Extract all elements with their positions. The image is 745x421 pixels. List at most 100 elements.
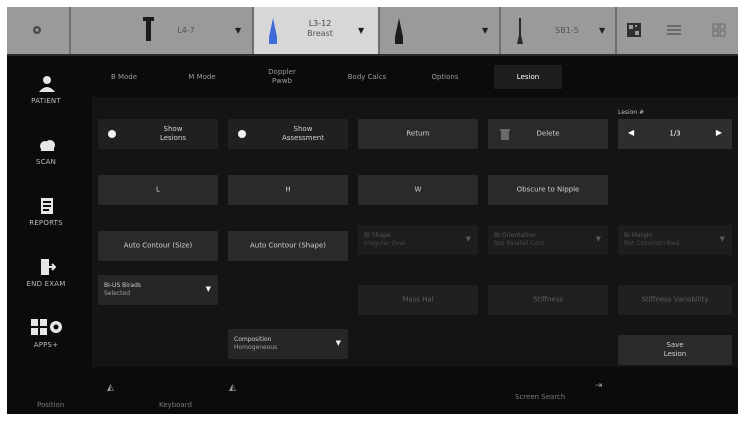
- show-assessment-button[interactable]: Show Assessment: [228, 119, 348, 149]
- chevron-down-icon: ▼: [235, 26, 242, 35]
- tab-doppler[interactable]: Doppler Pwwb: [245, 65, 319, 89]
- probe-1-label: L4-7: [177, 26, 195, 35]
- show-lesions-line2: Lesions: [159, 134, 187, 142]
- save-lesion-button[interactable]: Save Lesion: [618, 335, 732, 365]
- settings-segment[interactable]: [7, 7, 71, 54]
- radio-icon: [238, 130, 246, 138]
- position-label[interactable]: Position: [37, 401, 64, 409]
- sidebar-item-label: PATIENT: [31, 97, 61, 105]
- bi-orientation-dropdown[interactable]: BI Orientation Not Parallel Cont. ▼: [488, 225, 608, 255]
- return-button[interactable]: Return: [358, 119, 478, 149]
- composition-dropdown[interactable]: Composition Homogeneous ▼: [228, 329, 348, 359]
- exit-icon: [41, 259, 56, 275]
- tools-segment: [617, 7, 738, 54]
- app-frame: L4-7 ▼ L3-12 Breast ▼ ▼ SB1-5 ▼ PATIENT …: [7, 7, 738, 414]
- tab-body-calcs[interactable]: Body Calcs: [332, 65, 402, 89]
- bi-margin-value: Not Circumscribed: [624, 240, 680, 247]
- probe-linear-blue-icon: [269, 18, 277, 44]
- chevron-down-icon: ▼: [358, 26, 365, 35]
- bi-shape-dropdown[interactable]: BI Shape Irregular Oval ▼: [358, 225, 478, 255]
- grid-icon[interactable]: [712, 23, 726, 37]
- tab-m-mode[interactable]: M Mode: [167, 65, 237, 89]
- tab-b-mode[interactable]: B Mode: [89, 65, 159, 89]
- screen-search-icon[interactable]: ⇥: [595, 381, 603, 391]
- probe-4-label: SB1-5: [555, 26, 579, 35]
- cloud-icon: [40, 140, 55, 151]
- obscure-label: Obscure to Nipple: [516, 185, 580, 194]
- probe-linear-icon: [146, 19, 151, 41]
- bi-orientation-value: Not Parallel Cont.: [494, 240, 547, 247]
- chevron-down-icon: ▼: [335, 339, 341, 347]
- show-assessment-line2: Assessment: [282, 134, 324, 142]
- chevron-right-icon[interactable]: ▶: [716, 128, 722, 137]
- bi-orientation-label: BI Orientation: [494, 232, 536, 239]
- sidebar-item-reports[interactable]: REPORTS: [7, 189, 85, 249]
- qr-code-icon[interactable]: [627, 23, 641, 37]
- mode-tabs: B Mode M Mode Doppler Pwwb Body Calcs Op…: [85, 59, 738, 93]
- mass-hal-button[interactable]: Mass Hal: [358, 285, 478, 315]
- bi-margin-label: BI Margin: [624, 232, 653, 239]
- show-lesions-line1: Show: [163, 125, 183, 133]
- probe-2-sublabel: Breast: [307, 29, 333, 38]
- probe-segment-2[interactable]: L3-12 Breast ▼: [254, 7, 380, 54]
- auto-contour-size-button[interactable]: Auto Contour (Size): [98, 231, 218, 261]
- width-label: W: [414, 185, 422, 194]
- show-assessment-line1: Show: [293, 125, 313, 133]
- sidebar-item-label: APPS+: [33, 341, 59, 349]
- person-icon: [39, 76, 55, 92]
- birads-dropdown[interactable]: BI-US Birads Selected ▼: [98, 275, 218, 305]
- sidebar-item-end-exam[interactable]: END EXAM: [7, 250, 85, 310]
- chevron-down-icon: ▼: [599, 26, 606, 35]
- probe-segment-1[interactable]: L4-7 ▼: [71, 7, 254, 54]
- show-lesions-label: Show Lesions: [128, 125, 218, 143]
- lesion-number-stepper[interactable]: ◀ 1/3 ▶: [618, 119, 732, 149]
- mass-hal-label: Mass Hal: [402, 295, 434, 304]
- list-icon[interactable]: [667, 24, 681, 36]
- apps-gear-icon: [31, 319, 62, 335]
- sidebar-item-scan[interactable]: SCAN: [7, 128, 85, 188]
- stiffness-label: Stiffness: [533, 295, 563, 304]
- lesion-panel: Show Lesions Show Assessment Return Dele…: [92, 97, 738, 367]
- bi-shape-label: BI Shape: [364, 232, 391, 239]
- sidebar-item-apps[interactable]: APPS+: [7, 311, 85, 371]
- obscure-to-nipple-button[interactable]: Obscure to Nipple: [488, 175, 608, 205]
- tab-doppler-line2: Pwwb: [271, 77, 293, 85]
- birads-value: Selected: [104, 290, 131, 297]
- probe-2-label: L3-12: [308, 19, 332, 28]
- radio-icon: [108, 130, 116, 138]
- chevron-down-icon: ▼: [482, 26, 489, 35]
- chevron-down-icon: ▼: [465, 235, 471, 243]
- keyboard-label[interactable]: Keyboard: [159, 401, 192, 409]
- probe-segment-4[interactable]: SB1-5 ▼: [501, 7, 617, 54]
- length-button[interactable]: L: [98, 175, 218, 205]
- stiffness-variability-label: Stiffness Variability: [641, 295, 709, 304]
- save-lesion-line2: Lesion: [663, 350, 687, 358]
- save-lesion-label: Save Lesion: [618, 341, 732, 359]
- height-button[interactable]: H: [228, 175, 348, 205]
- keyboard-icon[interactable]: ◭: [229, 383, 236, 393]
- auto-contour-shape-button[interactable]: Auto Contour (Shape): [228, 231, 348, 261]
- sidebar: PATIENT SCAN REPORTS END EXAM APPS+: [7, 57, 85, 364]
- show-lesions-button[interactable]: Show Lesions: [98, 119, 218, 149]
- bi-margin-dropdown[interactable]: BI Margin Not Circumscribed ▼: [618, 225, 732, 255]
- composition-label: Composition: [234, 336, 272, 343]
- chevron-down-icon: ▼: [719, 235, 725, 243]
- height-label: H: [285, 185, 291, 194]
- stiffness-button[interactable]: Stiffness: [488, 285, 608, 315]
- position-icon[interactable]: ◭: [107, 383, 114, 393]
- sidebar-item-patient[interactable]: PATIENT: [7, 67, 85, 127]
- chevron-down-icon: ▼: [595, 235, 601, 243]
- tab-options[interactable]: Options: [410, 65, 480, 89]
- probe-linear-cap: [143, 17, 154, 21]
- tab-lesion[interactable]: Lesion: [494, 65, 562, 89]
- sidebar-item-label: REPORTS: [29, 219, 63, 227]
- return-label: Return: [406, 129, 430, 138]
- delete-button[interactable]: Delete: [488, 119, 608, 149]
- probe-segment-3[interactable]: ▼: [380, 7, 501, 54]
- composition-value: Homogeneous: [234, 344, 278, 351]
- stiffness-variability-button[interactable]: Stiffness Variability: [618, 285, 732, 315]
- probe-bar: L4-7 ▼ L3-12 Breast ▼ ▼ SB1-5 ▼: [7, 7, 738, 56]
- screen-search-label[interactable]: Screen Search: [515, 393, 565, 401]
- bi-shape-value: Irregular Oval: [364, 240, 406, 247]
- width-button[interactable]: W: [358, 175, 478, 205]
